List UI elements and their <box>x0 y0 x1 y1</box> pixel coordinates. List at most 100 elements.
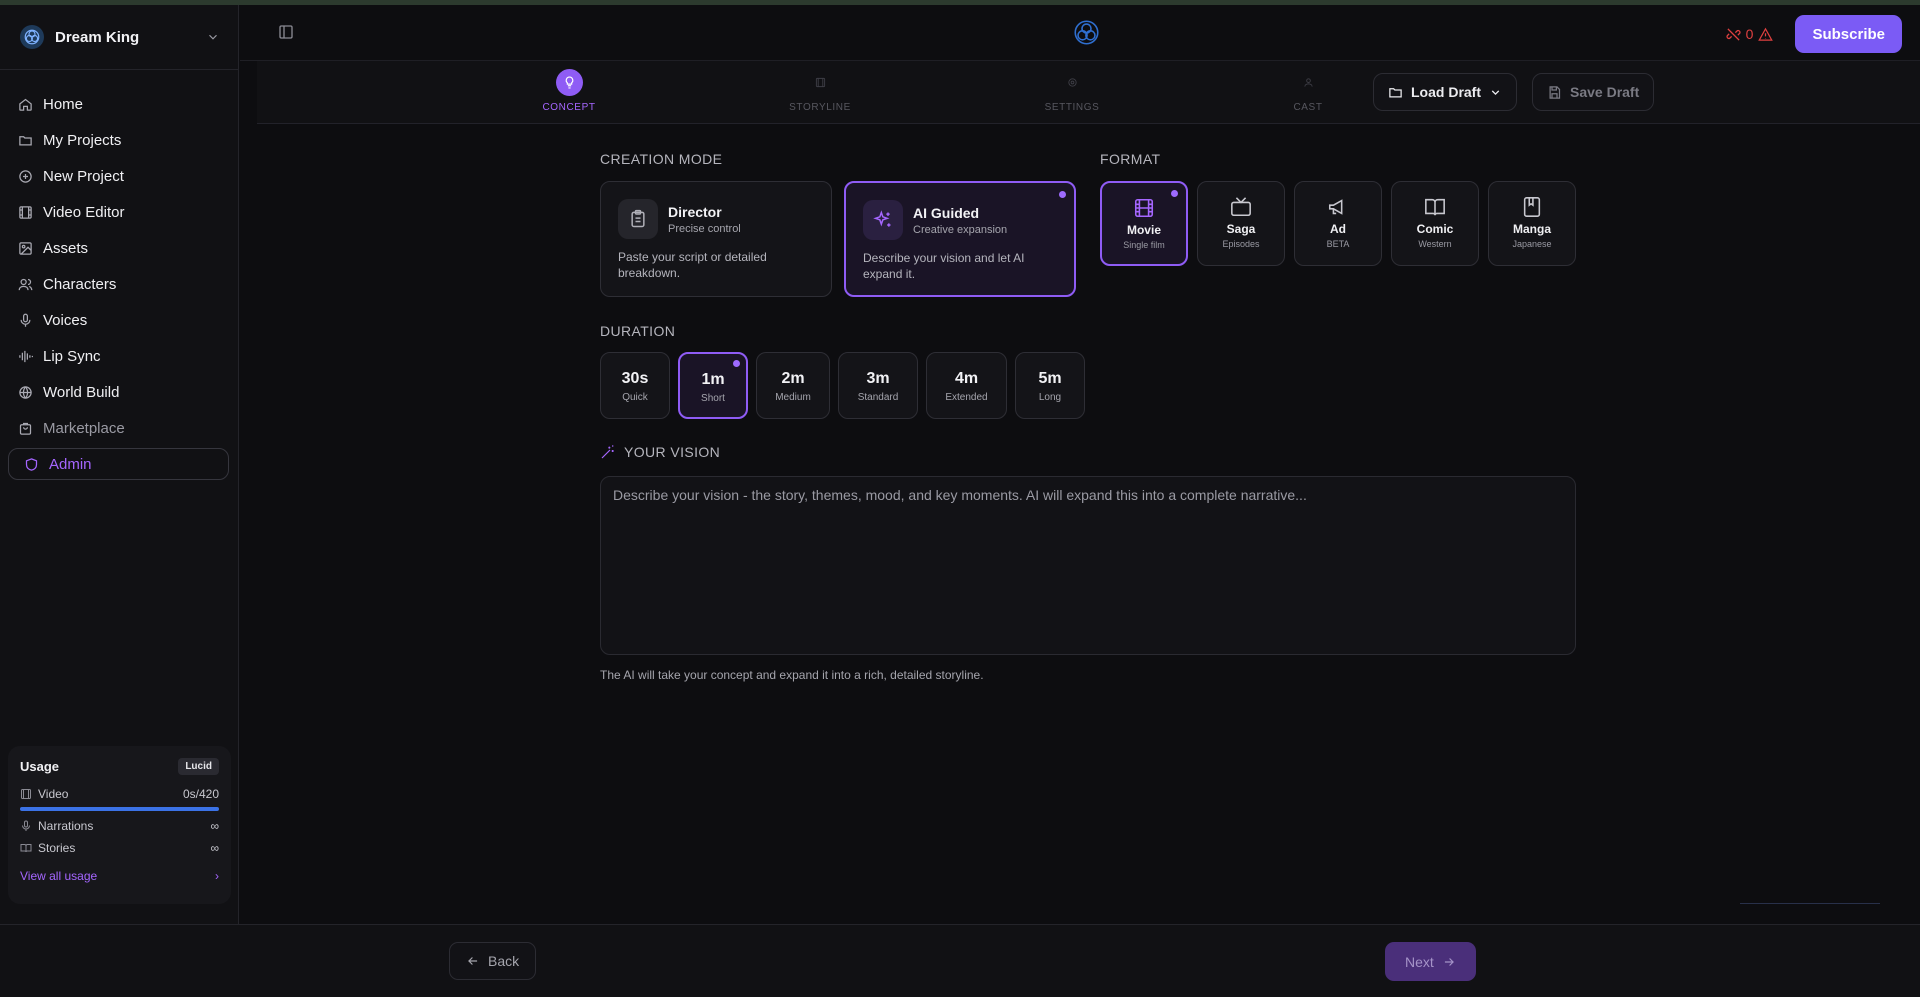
creation-mode-title: CREATION MODE <box>600 151 723 167</box>
chevron-down-icon[interactable] <box>206 30 220 44</box>
duration-value: 30s <box>621 370 649 387</box>
sidebar-item-label: Assets <box>43 239 89 257</box>
sidebar-item-lip-sync[interactable]: Lip Sync <box>0 338 238 374</box>
mode-option-director[interactable]: Director Precise control Paste your scri… <box>600 181 832 297</box>
top-header: 0 Subscribe <box>240 5 1920 61</box>
folder-icon <box>17 132 33 148</box>
mic-icon <box>17 312 33 328</box>
mode-option-ai-guided[interactable]: AI Guided Creative expansion Describe yo… <box>844 181 1076 297</box>
format-option-ad[interactable]: Ad BETA <box>1294 181 1382 266</box>
duration-value: 4m <box>954 370 979 387</box>
duration-option-4m[interactable]: 4m Extended <box>926 352 1007 419</box>
vision-title: YOUR VISION <box>600 444 720 460</box>
format-option-manga[interactable]: Manga Japanese <box>1488 181 1576 266</box>
workspace-switcher[interactable]: Dream King <box>0 5 238 70</box>
home-icon <box>17 96 33 112</box>
sidebar-item-label: World Build <box>43 383 120 401</box>
sparkles-icon <box>863 200 903 240</box>
folder-open-icon <box>1388 85 1403 100</box>
usage-narrations-value: ∞ <box>210 819 219 833</box>
film-icon <box>20 788 32 800</box>
duration-value: 2m <box>781 370 805 387</box>
duration-option-5m[interactable]: 5m Long <box>1015 352 1085 419</box>
sidebar-item-home[interactable]: Home <box>0 86 238 122</box>
app-logo-icon[interactable] <box>1073 19 1100 46</box>
view-all-usage-label: View all usage <box>20 869 98 883</box>
mode-subtitle: Creative expansion <box>913 223 1008 236</box>
arrow-left-icon <box>466 954 480 968</box>
sidebar-item-admin[interactable]: Admin <box>8 448 229 480</box>
sidebar-item-label: Home <box>43 95 84 113</box>
selected-indicator <box>1059 191 1066 198</box>
vision-textarea[interactable] <box>600 476 1576 655</box>
duration-value: 5m <box>1038 370 1062 387</box>
usage-narrations-label: Narrations <box>38 819 94 833</box>
duration-option-1m[interactable]: 1m Short <box>678 352 748 419</box>
arrow-right-icon <box>1442 955 1456 969</box>
sidebar-nav: Home My Projects New Project Video Edito… <box>0 70 238 480</box>
load-draft-button[interactable]: Load Draft <box>1373 73 1517 111</box>
step-concept[interactable]: CONCEPT <box>519 69 619 113</box>
back-button[interactable]: Back <box>449 942 537 980</box>
chevron-down-icon <box>1489 86 1502 99</box>
duration-option-2m[interactable]: 2m Medium <box>756 352 830 419</box>
format-option-comic[interactable]: Comic Western <box>1391 181 1479 266</box>
duration-subtitle: Quick <box>622 392 648 403</box>
magic-wand-icon <box>600 444 616 460</box>
sidebar-item-new-project[interactable]: New Project <box>0 158 238 194</box>
waveform-icon <box>17 348 33 364</box>
duration-title: DURATION <box>600 323 676 339</box>
sidebar-toggle-icon[interactable] <box>278 24 294 40</box>
tv-icon <box>1230 196 1252 218</box>
megaphone-icon <box>1327 196 1349 218</box>
duration-option-30s[interactable]: 30s Quick <box>600 352 670 419</box>
duration-option-3m[interactable]: 3m Standard <box>838 352 918 419</box>
back-label: Back <box>488 953 520 969</box>
step-settings[interactable]: SETTINGS <box>1022 69 1122 113</box>
book-icon <box>20 842 32 854</box>
sidebar-item-video-editor[interactable]: Video Editor <box>0 194 238 230</box>
divider <box>1740 903 1880 904</box>
sidebar-item-characters[interactable]: Characters <box>0 266 238 302</box>
format-subtitle: Episodes <box>1222 239 1260 249</box>
vision-helper-text: The AI will take your concept and expand… <box>600 668 984 682</box>
unlink-icon <box>1726 27 1741 42</box>
format-subtitle: Western <box>1418 239 1452 249</box>
format-option-saga[interactable]: Saga Episodes <box>1197 181 1285 266</box>
format-name: Ad <box>1330 222 1346 236</box>
duration-subtitle: Medium <box>775 392 811 403</box>
next-label: Next <box>1405 953 1434 970</box>
mode-description: Describe your vision and let AI expand i… <box>863 251 1025 281</box>
mode-subtitle: Precise control <box>668 222 741 235</box>
sidebar-item-my-projects[interactable]: My Projects <box>0 122 238 158</box>
sidebar-item-assets[interactable]: Assets <box>0 230 238 266</box>
usage-video-value: 0s/420 <box>182 787 219 801</box>
gear-icon <box>1059 69 1086 96</box>
error-indicator[interactable]: 0 <box>1726 26 1774 42</box>
mic-icon <box>20 820 32 832</box>
sidebar-item-world-build[interactable]: World Build <box>0 374 238 410</box>
plan-badge: Lucid <box>178 758 219 775</box>
format-name: Manga <box>1512 222 1551 236</box>
duration-value: 3m <box>866 370 890 387</box>
sidebar-item-label: Video Editor <box>43 203 125 221</box>
save-draft-label: Save Draft <box>1570 84 1640 100</box>
users-icon <box>17 276 33 292</box>
step-storyline[interactable]: STORYLINE <box>770 69 870 113</box>
usage-panel: Usage Lucid Video 0s/420 Narrations ∞ St… <box>8 746 231 904</box>
sidebar-item-marketplace[interactable]: Marketplace <box>0 410 238 446</box>
view-all-usage-link[interactable]: View all usage › <box>20 869 219 883</box>
save-draft-button[interactable]: Save Draft <box>1532 73 1655 111</box>
next-button[interactable]: Next <box>1385 942 1476 981</box>
load-draft-label: Load Draft <box>1411 84 1481 100</box>
subscribe-button[interactable]: Subscribe <box>1795 15 1902 53</box>
clipboard-icon <box>618 199 658 239</box>
sidebar-item-label: Admin <box>49 455 92 473</box>
sidebar-item-voices[interactable]: Voices <box>0 302 238 338</box>
selected-indicator <box>733 360 740 367</box>
step-cast[interactable]: CAST <box>1258 69 1358 113</box>
mode-name: AI Guided <box>913 204 980 221</box>
app-logo-icon <box>20 25 44 49</box>
format-option-movie[interactable]: Movie Single film <box>1100 181 1188 266</box>
duration-subtitle: Long <box>1038 392 1062 403</box>
